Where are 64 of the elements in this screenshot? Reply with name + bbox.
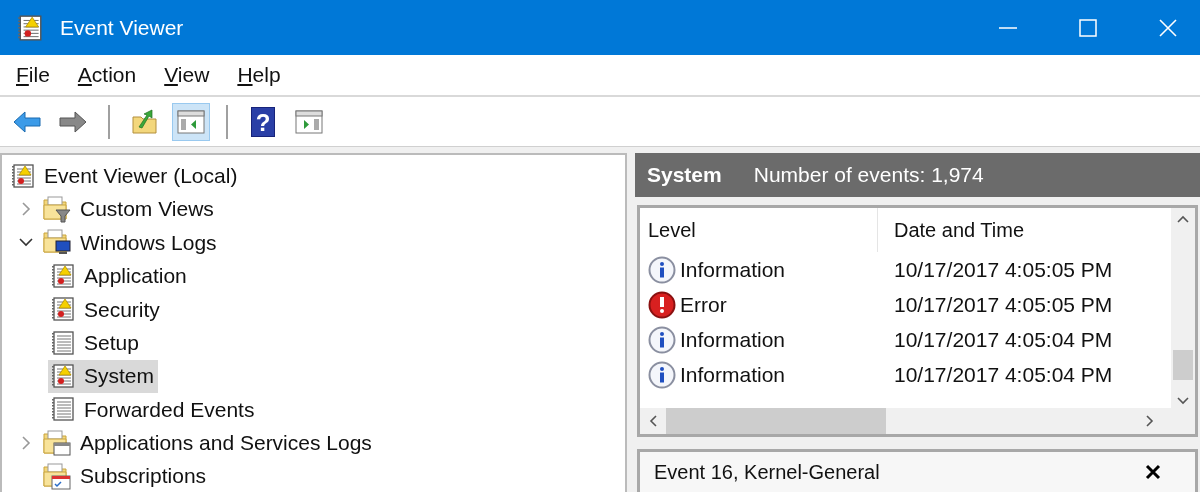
scroll-left-icon[interactable]	[648, 414, 658, 428]
tree-item[interactable]: Forwarded Events	[48, 392, 259, 426]
event-count: Number of events: 1,974	[753, 162, 984, 189]
menu-item[interactable]: Help	[237, 59, 281, 91]
log-icon	[50, 329, 76, 356]
window-title: Event Viewer	[60, 14, 184, 41]
menu-item[interactable]: Action	[77, 59, 137, 91]
date-text: 10/17/2017 4:05:05 PM	[894, 291, 1113, 318]
date-text: 10/17/2017 4:05:05 PM	[894, 256, 1113, 283]
log-name: System	[647, 162, 722, 189]
tree-item[interactable]: Windows Logs	[40, 225, 221, 259]
help-button[interactable]: ?	[244, 102, 282, 141]
event-row[interactable]: Information 10/17/2017 4:05:04 PM	[640, 357, 1171, 392]
scrollbar-thumb[interactable]	[666, 408, 886, 434]
error-icon	[648, 290, 676, 319]
close-icon[interactable]	[1145, 464, 1161, 480]
maximize-icon	[1078, 17, 1098, 38]
panel-right-icon	[295, 109, 323, 134]
folder-filter-icon	[42, 195, 72, 224]
tree-item[interactable]: Subscriptions	[40, 459, 211, 492]
menu-item[interactable]: View	[164, 59, 210, 91]
level-text: Information	[680, 326, 786, 353]
event-detail-title: Event 16, Kernel-General	[654, 460, 880, 485]
panel-left-icon	[177, 109, 205, 134]
tree-item[interactable]: Applications and Services Logs	[40, 426, 376, 460]
left-arrow-icon	[12, 109, 42, 134]
info-icon	[648, 325, 676, 354]
menu-item[interactable]: File	[16, 59, 50, 91]
info-icon	[648, 360, 676, 389]
event-row[interactable]: Information 10/17/2017 4:05:04 PM	[640, 322, 1171, 357]
column-header[interactable]: Date and Time	[894, 215, 1025, 245]
date-text: 10/17/2017 4:05:04 PM	[894, 361, 1113, 388]
folder-arrow-icon	[131, 108, 159, 135]
tree-item[interactable]: Setup	[48, 326, 143, 360]
log-icon	[50, 396, 76, 423]
tree-item[interactable]: Security	[48, 292, 164, 326]
info-icon	[648, 255, 676, 284]
app-icon	[16, 13, 44, 42]
folder-window-icon	[42, 428, 72, 457]
log-warning-icon	[50, 363, 76, 390]
scrollbar-thumb[interactable]	[1173, 350, 1193, 380]
level-text: Error	[680, 291, 727, 318]
close-icon	[1158, 17, 1178, 38]
log-warning-icon	[50, 262, 76, 289]
tree-item[interactable]: Application	[48, 259, 191, 293]
scroll-down-icon[interactable]	[1176, 396, 1190, 406]
event-log-icon	[10, 162, 36, 189]
minimize-icon	[999, 26, 1017, 29]
date-text: 10/17/2017 4:05:04 PM	[894, 326, 1113, 353]
event-row[interactable]: Information 10/17/2017 4:05:05 PM	[640, 252, 1171, 287]
log-warning-icon	[50, 296, 76, 323]
event-row[interactable]: Error 10/17/2017 4:05:05 PM	[640, 287, 1171, 322]
scroll-up-icon[interactable]	[1176, 214, 1190, 224]
tree-item[interactable]: System	[48, 359, 158, 393]
tree-item[interactable]: Custom Views	[40, 192, 218, 226]
right-arrow-icon	[58, 109, 88, 134]
folder-monitor-icon	[42, 228, 72, 257]
console-tree-button[interactable]	[172, 102, 210, 141]
column-header[interactable]: Level	[648, 215, 696, 245]
tree-item[interactable]: Event Viewer (Local)	[8, 159, 242, 193]
level-text: Information	[680, 256, 786, 283]
help-icon: ?	[251, 106, 275, 137]
scroll-right-icon[interactable]	[1145, 414, 1155, 428]
level-text: Information	[680, 361, 786, 388]
